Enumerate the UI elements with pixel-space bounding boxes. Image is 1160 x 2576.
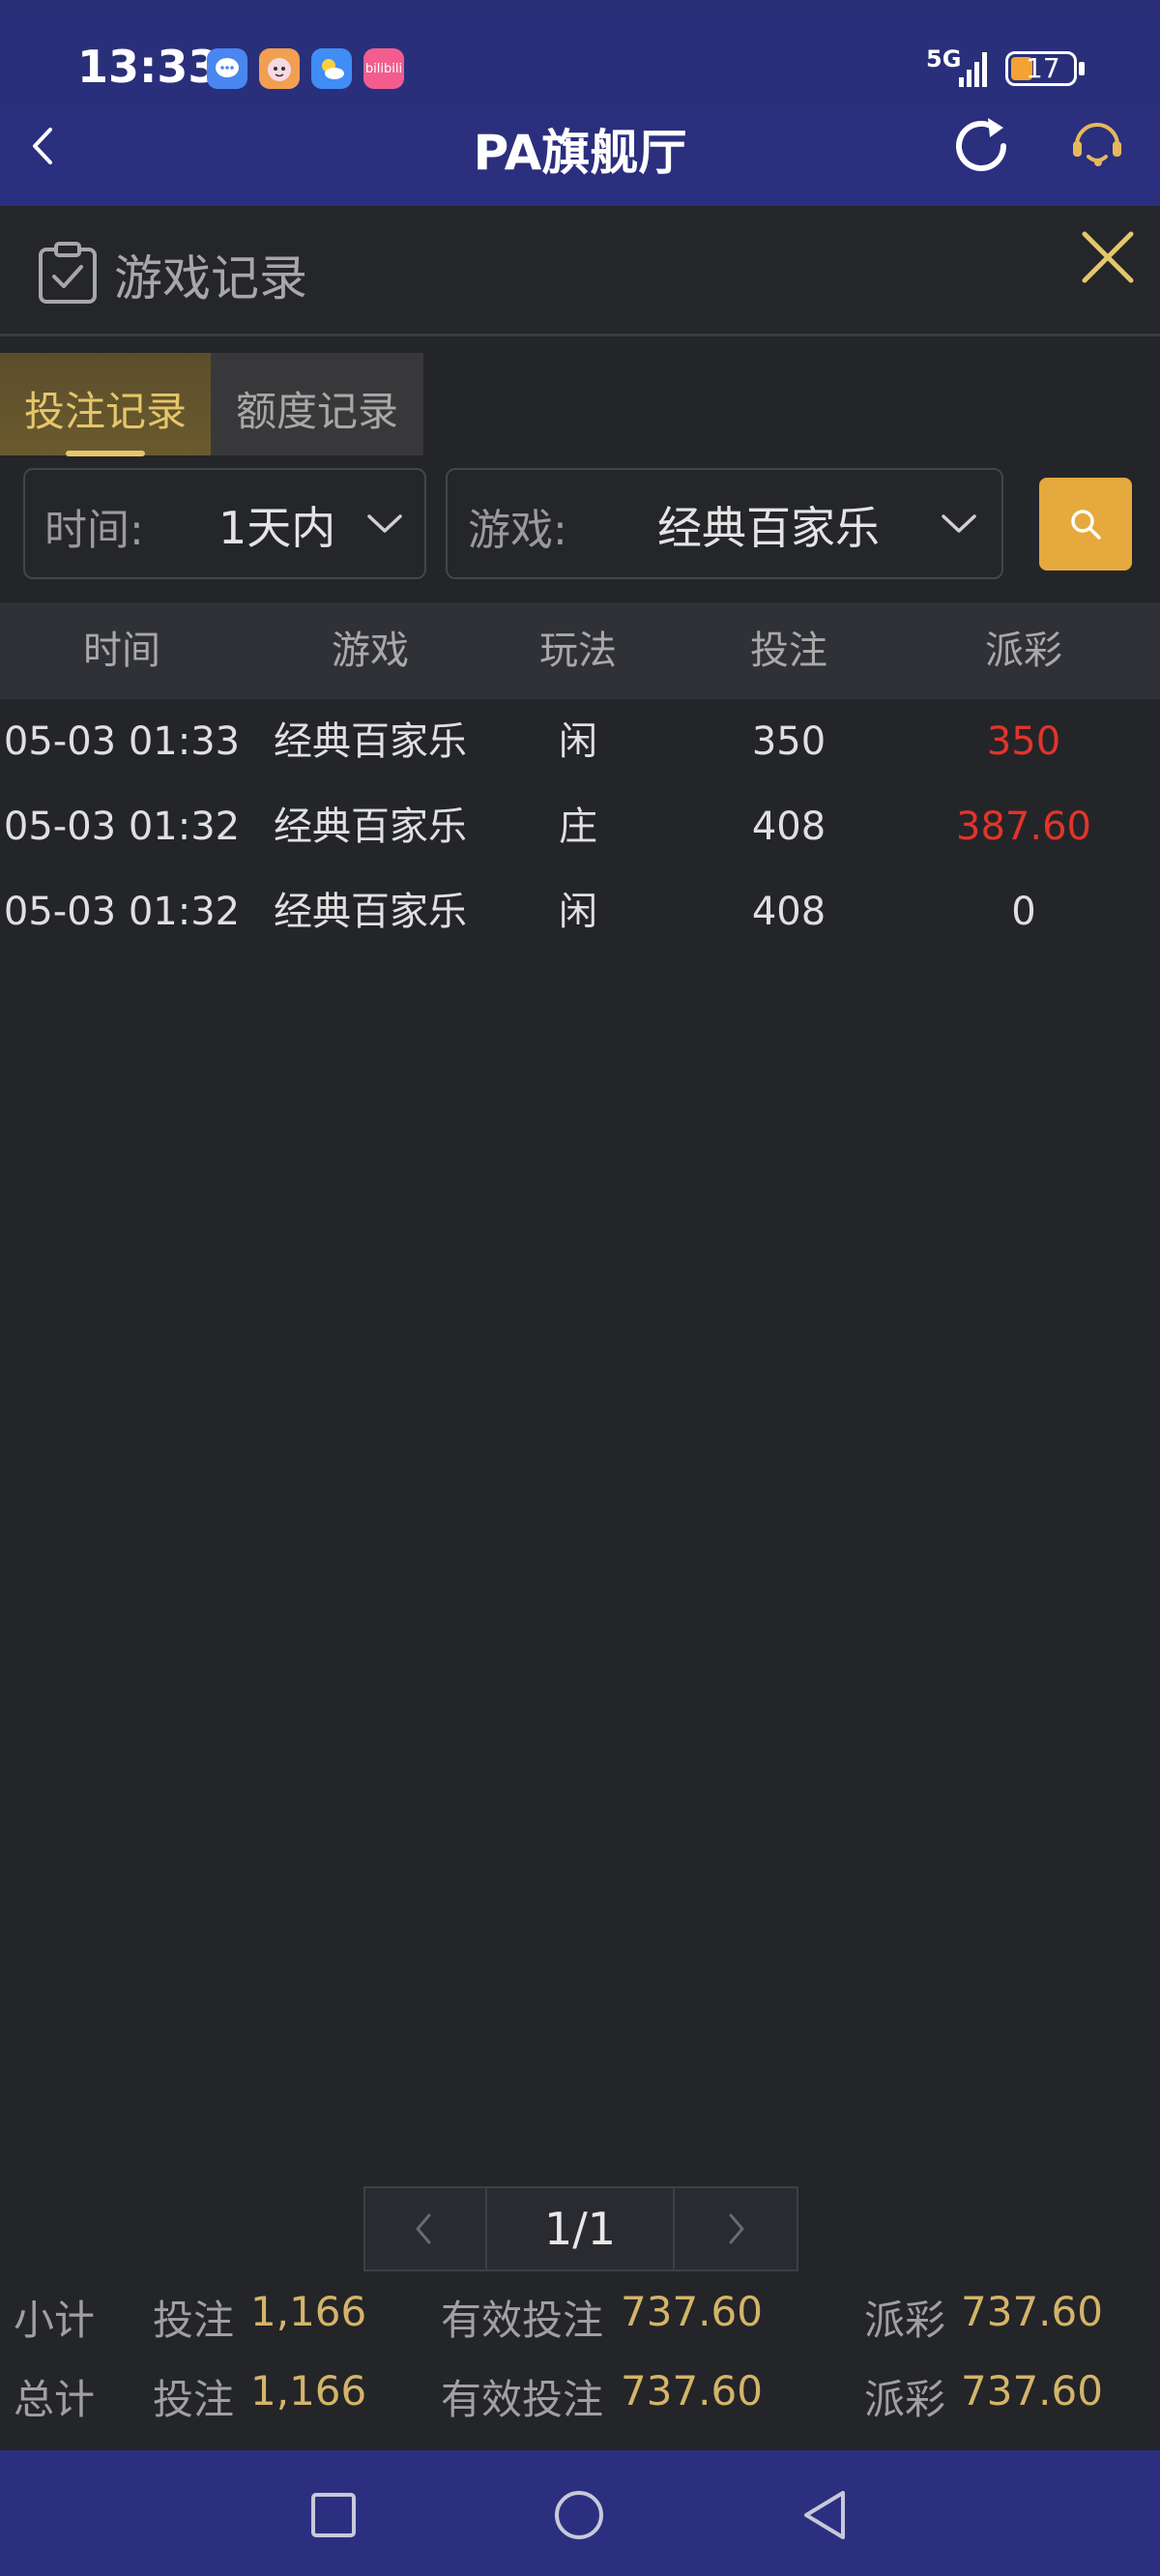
chevron-right-icon <box>729 2213 744 2244</box>
record-title: 游戏记录 <box>114 250 307 307</box>
next-page-button[interactable] <box>673 2186 798 2271</box>
total-payout-value: 737.60 <box>961 2367 1103 2415</box>
time-filter-label: 时间: <box>44 506 144 555</box>
total-payout-label: 派彩 <box>864 2376 946 2423</box>
total-valid-label: 有效投注 <box>441 2376 604 2423</box>
cell-bet: 350 <box>751 719 826 764</box>
total-row: 总计 投注 1,166 有效投注 737.60 派彩 737.60 <box>0 2367 1160 2425</box>
bilibili-logo-text: bilibili <box>364 61 403 76</box>
cell-time: 05-03 01:32 <box>3 890 241 934</box>
total-bet-label: 投注 <box>153 2376 235 2423</box>
battery-cap <box>1079 62 1085 75</box>
search-button[interactable] <box>1039 478 1132 571</box>
column-header-time: 时间 <box>83 629 160 673</box>
subtotal-valid-value: 737.60 <box>621 2288 763 2335</box>
cell-game: 经典百家乐 <box>274 890 467 934</box>
subtotal-payout-value: 737.60 <box>961 2288 1103 2335</box>
table-row: 05-03 01:32 经典百家乐 闲 408 0 <box>0 883 1160 941</box>
cell-play: 闲 <box>559 719 597 764</box>
total-valid-value: 737.60 <box>621 2367 763 2415</box>
table-row: 05-03 01:33 经典百家乐 闲 350 350 <box>0 713 1160 771</box>
cell-bet: 408 <box>751 805 826 849</box>
page-indicator: 1/1 <box>543 2203 617 2255</box>
column-header-play: 玩法 <box>539 629 617 673</box>
tab-quota-records-label[interactable]: 额度记录 <box>211 379 423 438</box>
subtotal-row: 小计 投注 1,166 有效投注 737.60 派彩 737.60 <box>0 2288 1160 2346</box>
bilibili-app-icon: bilibili <box>363 48 404 89</box>
refresh-icon[interactable] <box>947 112 1015 180</box>
weather-app-icon <box>311 48 352 89</box>
cell-play: 闲 <box>559 890 597 934</box>
chevron-down-icon <box>367 514 402 533</box>
cell-bet: 408 <box>751 890 826 934</box>
network-label: 5G <box>926 45 962 73</box>
game-filter-value: 经典百家乐 <box>657 502 880 554</box>
subtotal-valid-label: 有效投注 <box>441 2297 604 2344</box>
customer-service-icon[interactable] <box>1065 112 1129 176</box>
recent-apps-icon[interactable] <box>309 2491 358 2539</box>
cell-game: 经典百家乐 <box>274 719 467 764</box>
signal-icon <box>959 52 987 87</box>
cell-time: 05-03 01:32 <box>3 805 241 849</box>
total-bet-value: 1,166 <box>250 2367 367 2415</box>
game-filter-label: 游戏: <box>468 506 567 555</box>
active-tab-indicator <box>66 451 145 456</box>
prev-page-button[interactable] <box>363 2186 487 2271</box>
battery-icon: 17 <box>1005 51 1077 86</box>
home-icon[interactable] <box>553 2489 605 2541</box>
cell-payout: 387.60 <box>956 805 1091 849</box>
cell-play: 庄 <box>559 805 597 849</box>
column-header-payout: 派彩 <box>985 629 1062 673</box>
search-icon <box>1071 510 1101 540</box>
subtotal-bet-label: 投注 <box>153 2297 235 2344</box>
chevron-left-icon <box>416 2213 431 2244</box>
cell-payout: 0 <box>1011 890 1036 934</box>
chevron-down-icon <box>942 514 976 533</box>
subtotal-label: 小计 <box>14 2297 96 2344</box>
table-row: 05-03 01:32 经典百家乐 庄 408 387.60 <box>0 798 1160 856</box>
cell-payout: 350 <box>986 719 1061 764</box>
subtotal-payout-label: 派彩 <box>864 2297 946 2344</box>
time-filter-value: 1天内 <box>218 502 336 554</box>
avatar-app-icon <box>259 48 300 89</box>
cell-game: 经典百家乐 <box>274 805 467 849</box>
column-header-bet: 投注 <box>750 629 827 673</box>
message-app-icon <box>207 48 247 89</box>
cell-time: 05-03 01:33 <box>3 719 241 764</box>
battery-text: 17 <box>1026 52 1060 84</box>
subtotal-bet-value: 1,166 <box>250 2288 367 2335</box>
record-clipboard-icon <box>39 242 97 304</box>
status-time: 13:33 <box>77 41 219 93</box>
back-nav-icon[interactable] <box>800 2489 849 2541</box>
tab-bet-records-label[interactable]: 投注记录 <box>0 379 211 438</box>
close-icon[interactable] <box>1079 228 1137 286</box>
total-label: 总计 <box>14 2376 96 2423</box>
column-header-game: 游戏 <box>332 629 409 673</box>
network-5g-indicator: 5G <box>926 45 962 73</box>
